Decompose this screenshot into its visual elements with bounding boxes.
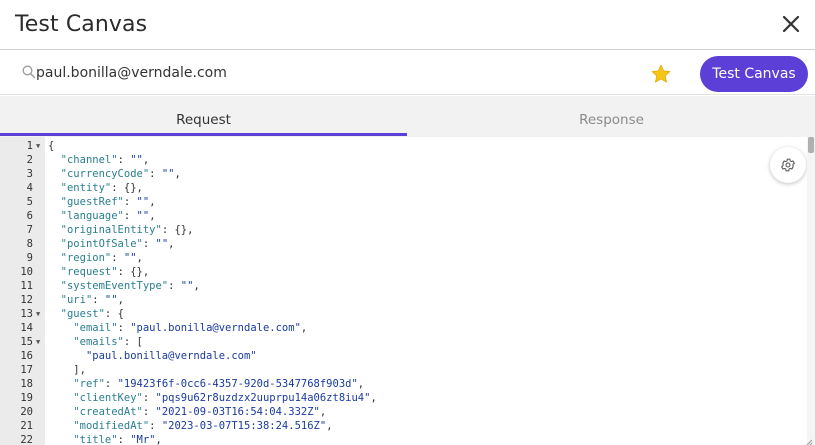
line-number: 6 xyxy=(26,210,33,222)
code-text: "language": "", xyxy=(60,210,156,222)
scrollbar-thumb[interactable] xyxy=(808,137,814,153)
line-number: 3 xyxy=(26,168,33,180)
dialog-title: Test Canvas xyxy=(15,12,148,37)
line-number: 11 xyxy=(20,280,33,292)
close-icon[interactable] xyxy=(781,14,801,34)
code-line: 7 "originalEntity": {}, xyxy=(0,223,800,237)
code-line: 1 ▼ { xyxy=(0,139,800,153)
code-text: "emails": [ xyxy=(73,336,143,348)
line-number: 8 xyxy=(26,238,33,250)
star-icon[interactable] xyxy=(650,63,672,85)
line-number: 4 xyxy=(26,182,33,194)
line-number: 21 xyxy=(20,420,33,432)
code-line: 21 "modifiedAt": "2023-03-07T15:38:24.51… xyxy=(0,419,800,433)
code-line: 20 "createdAt": "2021-09-03T16:54:04.332… xyxy=(0,405,800,419)
code-text: "uri": "", xyxy=(60,294,124,306)
code-text: "paul.bonilla@verndale.com" xyxy=(85,350,257,362)
line-number: 13 xyxy=(20,308,33,320)
line-number: 5 xyxy=(26,196,33,208)
test-canvas-button[interactable]: Test Canvas xyxy=(700,56,808,92)
code-line: 18 "ref": "19423f6f-0cc6-4357-920d-53477… xyxy=(0,377,800,391)
code-text: { xyxy=(48,140,55,152)
code-line: 14 "email": "paul.bonilla@verndale.com", xyxy=(0,321,800,335)
code-line: 8 "pointOfSale": "", xyxy=(0,237,800,251)
line-number: 15 xyxy=(20,336,33,348)
line-number: 14 xyxy=(20,322,33,334)
code-text: "email": "paul.bonilla@verndale.com", xyxy=(73,322,308,334)
code-line: 11 "systemEventType": "", xyxy=(0,279,800,293)
code-text: "title": "Mr", xyxy=(73,434,162,445)
resize-grip-icon[interactable] xyxy=(803,434,813,445)
code-line: 22 "title": "Mr", xyxy=(0,433,800,445)
code-text: "systemEventType": "", xyxy=(60,280,200,292)
line-number: 1 xyxy=(26,140,33,152)
code-text: "guest": { xyxy=(60,308,124,320)
code-text: "ref": "19423f6f-0cc6-4357-920d-5347768f… xyxy=(73,378,365,390)
code-text: "modifiedAt": "2023-03-07T15:38:24.516Z"… xyxy=(73,420,333,432)
email-search-input[interactable] xyxy=(36,61,596,85)
gear-icon[interactable] xyxy=(770,147,806,183)
code-text: "currencyCode": "", xyxy=(60,168,181,180)
code-line: 19 "clientKey": "pqs9u62r8uzdzx2uuprpu14… xyxy=(0,391,800,405)
code-line: 2 "channel": "", xyxy=(0,153,800,167)
code-line: 12 "uri": "", xyxy=(0,293,800,307)
search-icon xyxy=(22,65,36,79)
code-line: 10 "request": {}, xyxy=(0,265,800,279)
line-number: 16 xyxy=(20,350,33,362)
tab-bar: Request Response xyxy=(0,96,815,137)
code-line: 5 "guestRef": "", xyxy=(0,195,800,209)
code-text: "pointOfSale": "", xyxy=(60,238,175,250)
line-number: 2 xyxy=(26,154,33,166)
dialog-header: Test Canvas xyxy=(0,0,815,50)
code-line: 4 "entity": {}, xyxy=(0,181,800,195)
line-number: 9 xyxy=(26,252,33,264)
line-number: 10 xyxy=(20,266,33,278)
code-line: 15 ▼ "emails": [ xyxy=(0,335,800,349)
line-number: 7 xyxy=(26,224,33,236)
code-line: 3 "currencyCode": "", xyxy=(0,167,800,181)
tab-request[interactable]: Request xyxy=(0,96,407,137)
fold-arrow-icon[interactable]: ▼ xyxy=(36,307,40,321)
code-text: "channel": "", xyxy=(60,154,150,166)
code-line: 9 "region": "", xyxy=(0,251,800,265)
line-number: 19 xyxy=(20,392,33,404)
code-line: 13 ▼ "guest": { xyxy=(0,307,800,321)
code-text: ], xyxy=(48,364,86,376)
active-tab-indicator xyxy=(0,133,407,136)
code-line: 6 "language": "", xyxy=(0,209,800,223)
vertical-scrollbar[interactable] xyxy=(807,137,815,445)
line-number: 18 xyxy=(20,378,33,390)
code-line: 17 ], xyxy=(0,363,800,377)
tab-response[interactable]: Response xyxy=(408,96,815,137)
code-line: 16 "paul.bonilla@verndale.com" xyxy=(0,349,800,363)
line-number: 12 xyxy=(20,294,33,306)
line-number: 17 xyxy=(20,364,33,376)
code-text: "originalEntity": {}, xyxy=(60,224,194,236)
code-text: "request": {}, xyxy=(60,266,150,278)
fold-arrow-icon[interactable]: ▼ xyxy=(36,139,40,153)
code-text: "guestRef": "", xyxy=(60,196,156,208)
line-number: 20 xyxy=(20,406,33,418)
code-text: "clientKey": "pqs9u62r8uzdzx2uuprpu14a06… xyxy=(73,392,377,404)
fold-arrow-icon[interactable]: ▼ xyxy=(36,335,40,349)
code-text: "region": "", xyxy=(60,252,143,264)
code-text: "createdAt": "2021-09-03T16:54:04.332Z", xyxy=(73,406,327,418)
line-number: 22 xyxy=(20,434,33,445)
code-editor[interactable]: 1 ▼{2 "channel": "", 3 "currencyCode": "",… xyxy=(0,137,815,445)
toolbar: Test Canvas xyxy=(0,51,815,95)
code-text: "entity": {}, xyxy=(60,182,143,194)
